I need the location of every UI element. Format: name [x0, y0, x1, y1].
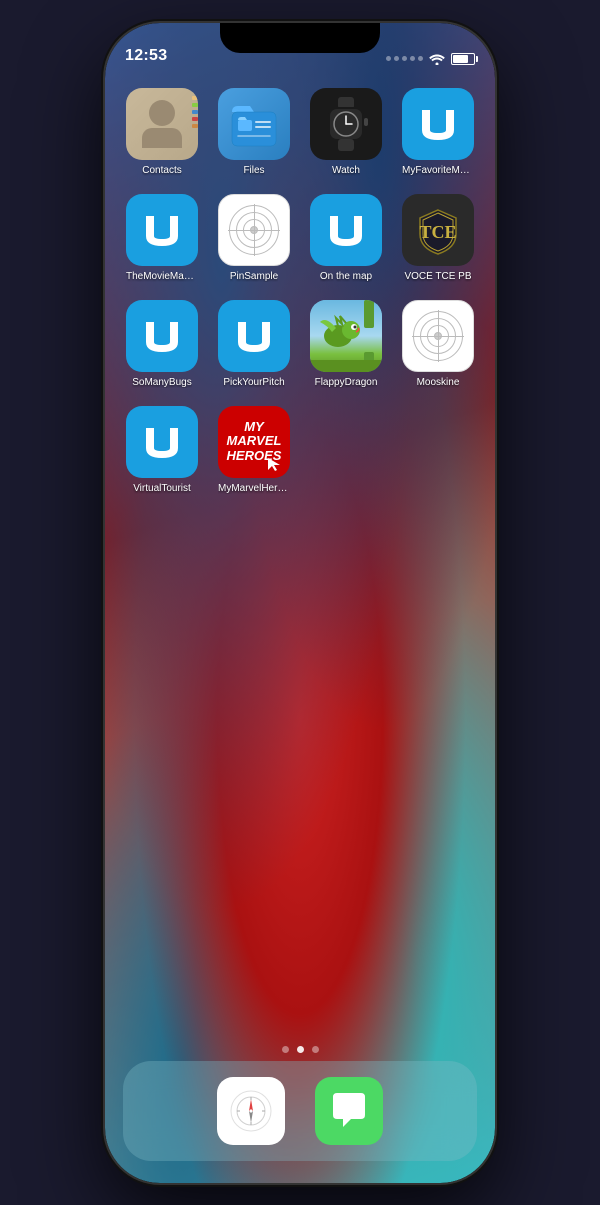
onthemap-label: On the map — [320, 271, 372, 282]
onthemap-icon — [310, 194, 382, 266]
signal-dot-1 — [386, 56, 391, 61]
app-flappydragon[interactable]: FlappyDragon — [304, 300, 388, 388]
safari-icon — [217, 1077, 285, 1145]
files-label: Files — [243, 165, 264, 176]
app-pinsample[interactable]: PinSample — [212, 194, 296, 282]
shield-svg: TCE — [412, 204, 464, 256]
svg-text:TCE: TCE — [419, 222, 456, 242]
themovie-icon — [126, 194, 198, 266]
themoviemana-label: TheMovieMana... — [126, 271, 198, 282]
u-logo-svg6 — [140, 420, 184, 464]
empty-slot-1 — [304, 406, 388, 494]
notch — [220, 23, 380, 53]
mooskine-v-line — [438, 310, 439, 362]
status-time: 12:53 — [125, 47, 167, 65]
dock-safari[interactable]: Safari — [217, 1077, 285, 1145]
flappydragon-label: FlappyDragon — [315, 377, 378, 388]
pinsample-icon — [218, 194, 290, 266]
virtualtourist-label: VirtualTourist — [133, 483, 191, 494]
vocetce-icon: TCE — [402, 194, 474, 266]
empty-slot-2 — [396, 406, 480, 494]
u-logo-svg5 — [232, 314, 276, 358]
contacts-icon — [126, 88, 198, 160]
dock-messages[interactable]: Messages — [315, 1077, 383, 1145]
app-grid: Contacts — [105, 78, 495, 504]
safari-svg — [225, 1085, 277, 1137]
pickyourpitch-label: PickYourPitch — [223, 377, 284, 388]
signal-dot-5 — [418, 56, 423, 61]
myfavmovies-icon — [402, 88, 474, 160]
mooskine-icon — [402, 300, 474, 372]
pinsample-label: PinSample — [230, 271, 278, 282]
battery-icon — [451, 53, 475, 65]
page-dots — [105, 1046, 495, 1053]
wifi-icon — [429, 53, 445, 65]
pickyourpitch-icon — [218, 300, 290, 372]
u-logo-svg — [416, 102, 460, 146]
page-dot-1 — [282, 1046, 289, 1053]
files-icon — [218, 88, 290, 160]
phone-frame: 12:53 — [105, 23, 495, 1183]
app-myfavoritemovies[interactable]: MyFavoriteMovies — [396, 88, 480, 176]
u-logo-svg2 — [140, 208, 184, 252]
app-onthemap[interactable]: On the map — [304, 194, 388, 282]
somanybugs-label: SoManyBugs — [132, 377, 191, 388]
mymarvel-icon: MYMARVELHEROES — [218, 406, 290, 478]
app-vocetcepb[interactable]: TCE VOCÊ TCE PB — [396, 194, 480, 282]
app-files[interactable]: Files — [212, 88, 296, 176]
signal-dots — [386, 56, 423, 61]
dock: Safari Messages — [123, 1061, 477, 1161]
app-pickyourpitch[interactable]: PickYourPitch — [212, 300, 296, 388]
signal-dot-3 — [402, 56, 407, 61]
mooskine-label: Mooskine — [417, 377, 460, 388]
u-logo-svg3 — [324, 208, 368, 252]
contacts-label: Contacts — [142, 165, 181, 176]
app-mymarvelheroes[interactable]: MYMARVELHEROES MyMarvelHeroes — [212, 406, 296, 494]
mymarvelheroes-label: MyMarvelHeroes — [218, 483, 290, 494]
flappydragon-icon — [310, 300, 382, 372]
virtualtourist-icon — [126, 406, 198, 478]
somanybugs-icon — [126, 300, 198, 372]
status-icons — [386, 53, 475, 65]
mooskine-crosshair — [412, 310, 464, 362]
phone-screen: 12:53 — [105, 23, 495, 1183]
app-themoviemana[interactable]: TheMovieMana... — [120, 194, 204, 282]
cursor-icon — [266, 456, 282, 472]
messages-svg — [323, 1085, 375, 1137]
app-virtualtourist[interactable]: VirtualTourist — [120, 406, 204, 494]
crosshair-v-line — [254, 204, 255, 256]
app-somanybugs[interactable]: SoManyBugs — [120, 300, 204, 388]
app-mooskine[interactable]: Mooskine — [396, 300, 480, 388]
watch-svg — [320, 95, 372, 153]
messages-icon — [315, 1077, 383, 1145]
page-dot-3 — [312, 1046, 319, 1053]
watch-icon — [310, 88, 382, 160]
watch-label: Watch — [332, 165, 360, 176]
vocetcepb-label: VOCÊ TCE PB — [404, 271, 471, 282]
signal-dot-2 — [394, 56, 399, 61]
files-svg — [228, 98, 280, 150]
u-logo-svg4 — [140, 314, 184, 358]
app-watch[interactable]: Watch — [304, 88, 388, 176]
dragon-svg — [318, 308, 368, 358]
pinsample-crosshair — [228, 204, 280, 256]
app-contacts[interactable]: Contacts — [120, 88, 204, 176]
page-dot-2 — [297, 1046, 304, 1053]
signal-dot-4 — [410, 56, 415, 61]
battery-fill — [453, 55, 468, 63]
myfavmovies-label: MyFavoriteMovies — [402, 165, 474, 176]
